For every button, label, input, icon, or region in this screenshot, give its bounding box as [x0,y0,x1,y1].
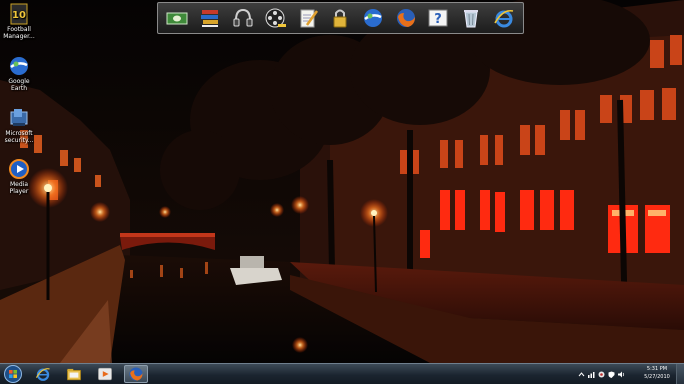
headphones-icon[interactable] [231,6,255,30]
taskbar-explorer-button[interactable] [62,365,86,383]
microsoft-security-icon [8,107,30,129]
padlock-icon[interactable] [328,6,352,30]
show-desktop-button[interactable] [676,364,684,384]
notepad-pencil-icon[interactable] [296,6,320,30]
taskbar: 5:31 PM 5/27/2010 [0,363,684,384]
launcher-dock: ? [157,2,524,34]
desktop-icon-label: Microsoft security... [4,130,34,144]
recycle-bin-icon[interactable] [459,6,483,30]
taskbar-clock[interactable]: 5:31 PM 5/27/2010 [640,365,674,381]
internet-explorer-icon [35,368,50,381]
google-earth-icon [8,55,30,77]
desktop-wallpaper [0,0,684,363]
windows-logo-icon [4,365,22,383]
firefox-icon[interactable] [394,6,418,30]
taskbar-media-player-button[interactable] [93,365,117,383]
clock-date: 5/27/2010 [644,374,670,380]
internet-explorer-icon[interactable] [492,6,516,30]
desktop-icon-microsoft-security[interactable]: Microsoft security... [2,107,36,144]
desktop-icon-label: Football Manager... [3,26,35,40]
film-reel-icon[interactable] [263,6,287,30]
start-button[interactable] [2,365,24,383]
media-player-icon [8,158,30,180]
book-stack-icon[interactable] [198,6,222,30]
taskbar-internet-explorer-button[interactable] [31,365,55,383]
firefox-icon [129,367,143,381]
antivirus-icon[interactable] [598,371,605,378]
media-player-icon [98,367,112,381]
clock-time: 5:31 PM [646,366,668,372]
system-tray [578,367,625,382]
explorer-folder-icon [67,368,81,381]
help-icon[interactable]: ? [426,6,450,30]
chevron-up-icon[interactable] [578,371,585,378]
desktop-icon-football-manager[interactable]: 10 Football Manager... [2,3,36,40]
svg-text:?: ? [435,12,443,27]
shield-icon[interactable] [608,371,615,378]
cash-icon[interactable] [165,6,189,30]
taskbar-firefox-button[interactable] [124,365,148,383]
svg-text:10: 10 [12,10,26,21]
google-earth-icon[interactable] [361,6,385,30]
volume-icon[interactable] [618,371,625,378]
football-manager-icon: 10 [8,3,30,25]
desktop-icon-label: Media Player [9,181,29,195]
desktop-icon-google-earth[interactable]: Google Earth [2,55,36,92]
desktop-icon-label: Google Earth [8,78,30,92]
network-icon[interactable] [588,371,595,378]
desktop-icon-media-player[interactable]: Media Player [2,158,36,195]
